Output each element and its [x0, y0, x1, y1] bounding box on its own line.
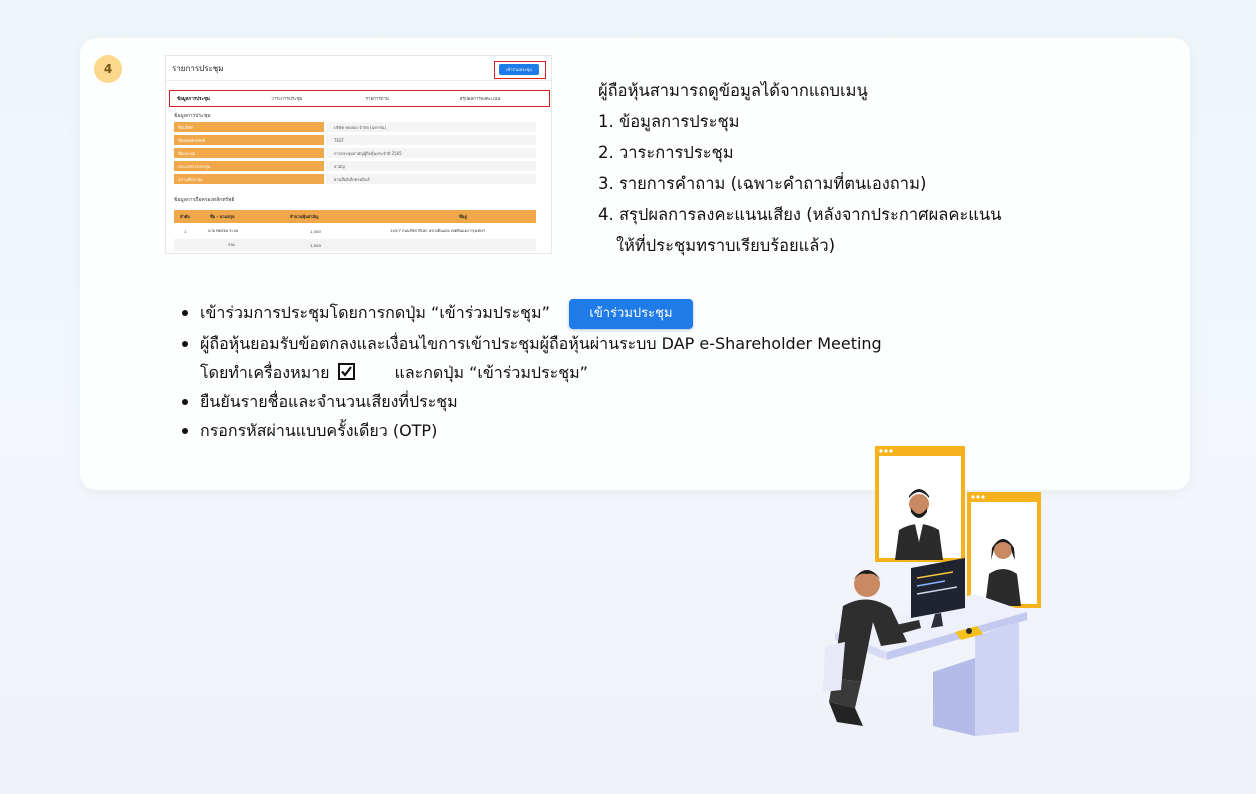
checked-box-icon [337, 362, 355, 380]
preview-title: รายการประชุม [172, 64, 224, 73]
preview-info-row: สถานที่ประชุม ผ่านสื่ออิเล็กทรอนิกส์ [174, 174, 536, 184]
bullet-accept-text-b: และกดปุ่ม “เข้าร่วมประชุม” [394, 362, 588, 382]
preview-section-holdings: ข้อมูลการถือครองหลักทรัพย์ [174, 197, 235, 203]
preview-table-row: 1 นาย ทดสอบ ระบบ 1,000 140/7 ถนนรัชดาภิเ… [184, 228, 485, 234]
monitor-icon [911, 558, 965, 618]
video-window-icon [967, 492, 1041, 608]
preview-table-header: ลำดับ ชื่อ - นามสกุล จำนวนหุ้นสามัญ ที่อ… [174, 210, 536, 223]
description-item: 2. วาระการประชุม [598, 143, 734, 162]
menu-description: ผู้ถือหุ้นสามารถดูข้อมูลได้จากแถบเมนู 1.… [598, 75, 1001, 261]
preview-info-row: ชื่อย่อหลักทรัพย์ TEST [174, 135, 536, 145]
video-window-icon [875, 446, 965, 562]
preview-tab-agenda[interactable]: วาระการประชุม [265, 95, 359, 102]
join-meeting-button[interactable]: เข้าร่วมประชุม [568, 298, 693, 329]
bullet-confirm-votes: ยืนยันรายชื่อและจำนวนเสียงที่ประชุม [182, 387, 882, 416]
preview-section-info: ข้อมูลการประชุม [174, 113, 211, 119]
meeting-screen-preview: รายการประชุม เข้าร่วมประชุม ข้อมูลการประ… [165, 55, 552, 254]
online-meeting-illustration-icon [823, 446, 1041, 736]
description-item: 3. รายการคำถาม (เฉพาะคำถามที่ตนเองถาม) [598, 174, 927, 193]
description-lead: ผู้ถือหุ้นสามารถดูข้อมูลได้จากแถบเมนู [598, 81, 868, 100]
preview-tab-info[interactable]: ข้อมูลการประชุม [171, 95, 265, 102]
description-list: 1. ข้อมูลการประชุม 2. วาระการประชุม 3. ร… [598, 106, 1001, 261]
preview-tabs: ข้อมูลการประชุม วาระการประชุม รายการถาม … [171, 91, 548, 106]
description-item-continued: ให้ที่ประชุมทราบเรียบร้อยแล้ว) [616, 236, 836, 255]
bullet-accept-terms-continued: โดยทำเครื่องหมาย และกดปุ่ม “เข้าร่วมประชุ… [182, 358, 882, 387]
preview-table-total-row: รวม 1,000 [174, 239, 536, 251]
preview-divider [166, 80, 551, 81]
preview-info-row: ชื่อบริษัท บริษัท ทดสอบ จำกัด (มหาชน) [174, 122, 536, 132]
pc-tower-icon [933, 658, 975, 736]
instruction-bullets: เข้าร่วมการประชุมโดยการกดปุ่ม “เข้าร่วมป… [182, 298, 882, 445]
preview-tab-results[interactable]: สรุปผลการลงคะแนน [454, 95, 548, 102]
bullet-accept-text-a: โดยทำเครื่องหมาย [200, 362, 330, 382]
preview-info-row: ชื่อประชุม การประชุมสามัญผู้ถือหุ้นประจำป… [174, 148, 536, 158]
preview-info-row: ประเภทการประชุม สามัญ [174, 161, 536, 171]
preview-join-button[interactable]: เข้าร่วมประชุม [499, 64, 539, 75]
description-item: 1. ข้อมูลการประชุม [598, 112, 740, 131]
description-item: 4. สรุปผลการลงคะแนนเสียง (หลังจากประกาศผ… [598, 205, 1002, 224]
bullet-accept-terms: ผู้ถือหุ้นยอมรับข้อตกลงและเงื่อนไขการเข้… [182, 329, 882, 358]
bullet-join: เข้าร่วมการประชุมโดยการกดปุ่ม “เข้าร่วมป… [182, 298, 882, 329]
preview-tab-questions[interactable]: รายการถาม [360, 95, 454, 102]
bullet-otp: กรอกรหัสผ่านแบบครั้งเดียว (OTP) [182, 416, 882, 445]
bullet-join-text: เข้าร่วมการประชุมโดยการกดปุ่ม “เข้าร่วมป… [200, 303, 550, 322]
step-number-badge: 4 [94, 55, 122, 83]
